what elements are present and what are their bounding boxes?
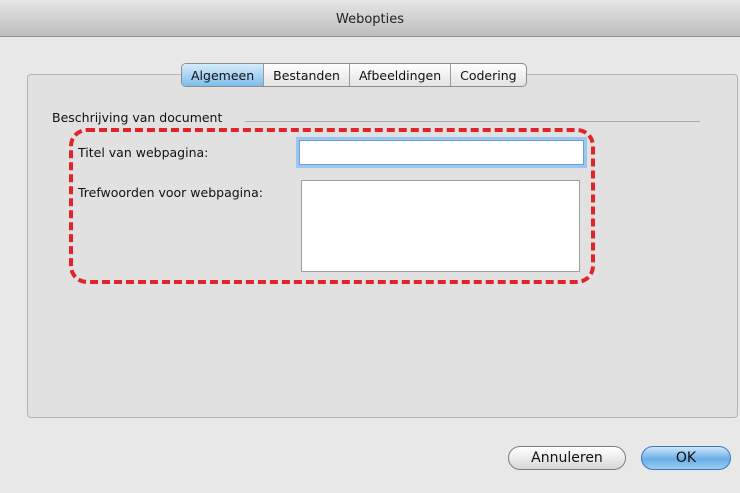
group-label: Beschrijving van document [52,110,227,125]
group-divider [245,121,700,122]
tab-bestanden[interactable]: Bestanden [263,64,349,86]
tab-bar: Algemeen Bestanden Afbeeldingen Codering [181,63,527,87]
title-field-label: Titel van webpagina: [78,145,209,160]
ok-button[interactable]: OK [641,446,731,470]
title-field[interactable] [299,140,584,165]
tab-codering[interactable]: Codering [450,64,525,86]
dialog-window: Webopties Algemeen Bestanden Afbeeldinge… [0,0,740,493]
cancel-button[interactable]: Annuleren [508,446,626,470]
tab-algemeen[interactable]: Algemeen [182,64,264,86]
tab-afbeeldingen[interactable]: Afbeeldingen [348,64,450,86]
keywords-field[interactable] [301,180,580,272]
keywords-field-label: Trefwoorden voor webpagina: [78,185,263,200]
title-bar[interactable]: Webopties [0,0,740,37]
window-title: Webopties [335,12,405,27]
